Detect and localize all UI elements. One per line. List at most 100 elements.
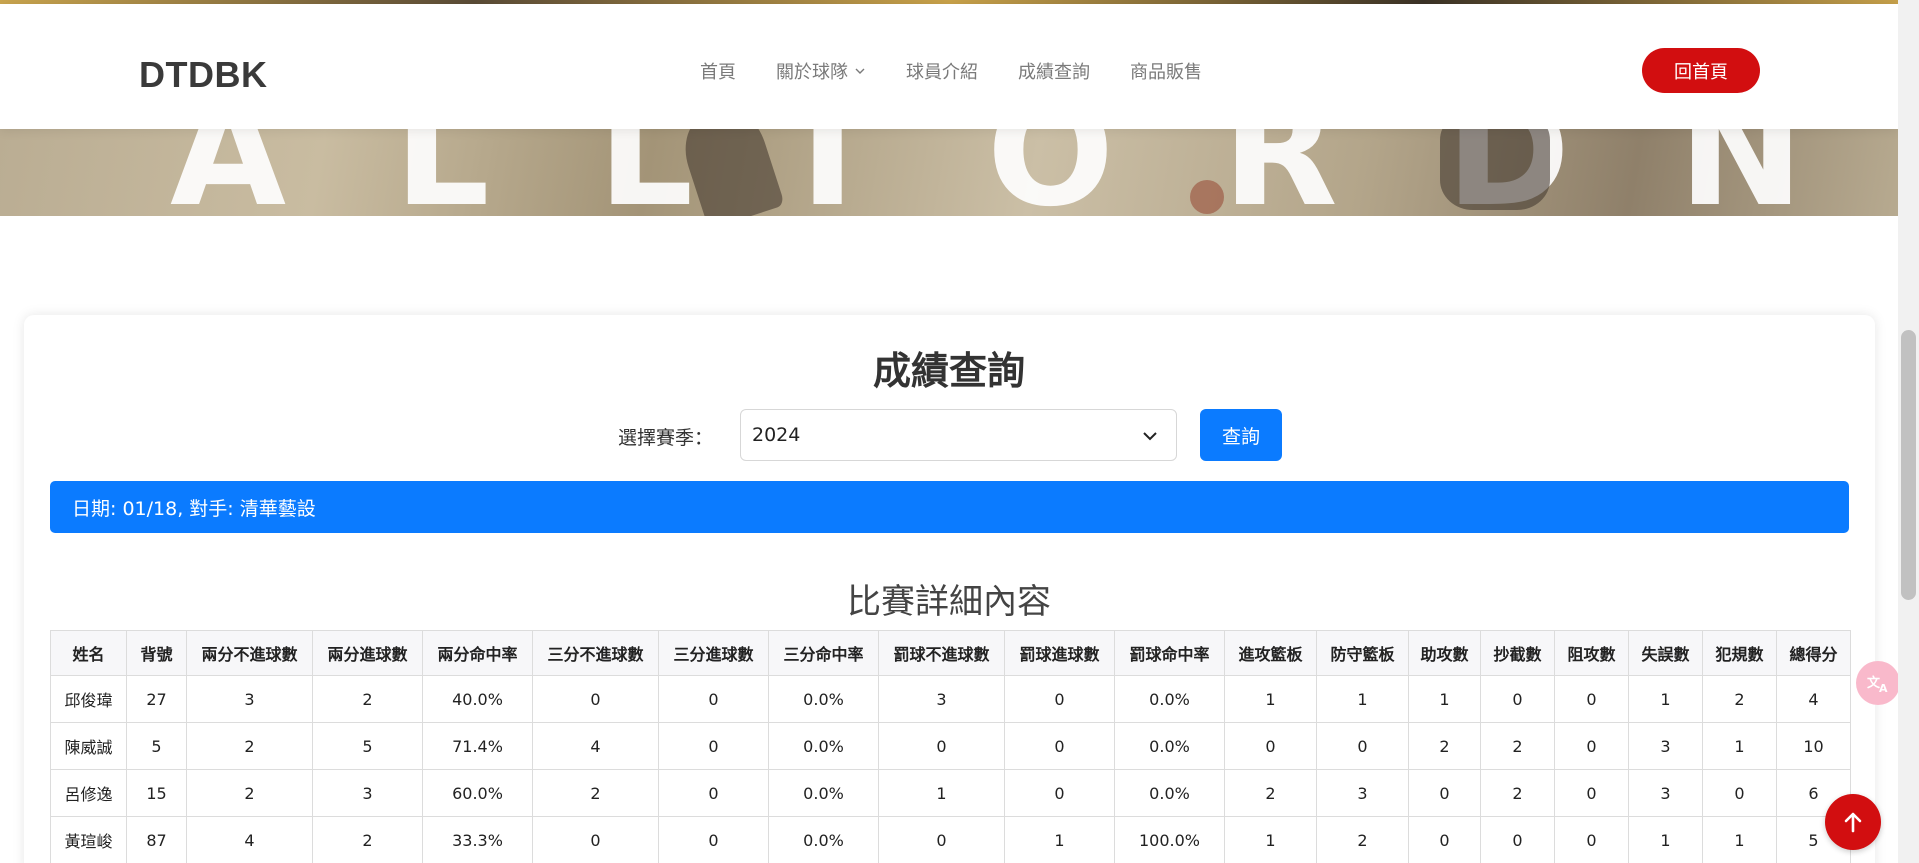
table-header-cell: 進攻籃板 [1224, 630, 1317, 676]
table-cell: 3 [878, 675, 1005, 723]
season-label: 選擇賽季： [618, 427, 714, 449]
game-info-bar[interactable]: 日期: 01/18, 對手: 清華藝設 [50, 481, 1849, 533]
table-cell: 0 [1316, 722, 1409, 770]
nav-item-label: 首頁 [700, 62, 736, 83]
table-cell: 2 [186, 722, 313, 770]
table-header-cell: 背號 [126, 630, 187, 676]
table-cell: 0.0% [1114, 722, 1225, 770]
nav-item-label: 成績查詢 [1018, 62, 1090, 83]
table-cell: 2 [1702, 675, 1777, 723]
table-header-cell: 抄截數 [1480, 630, 1555, 676]
table-header-cell: 阻攻數 [1554, 630, 1629, 676]
home-button[interactable]: 回首頁 [1642, 48, 1760, 93]
table-cell: 3 [1628, 722, 1703, 770]
nav-item-label: 球員介紹 [906, 62, 978, 83]
table-cell: 4 [186, 816, 313, 863]
table-cell: 2 [1480, 722, 1555, 770]
table-header-row: 姓名 背號 兩分不進球數 兩分進球數 兩分命中率 三分不進球數 三分進球數 三分命中率 罰球不進… [50, 630, 1851, 676]
table-cell: 0 [1702, 769, 1777, 817]
table-cell: 0 [1004, 722, 1115, 770]
table-header-cell: 三分不進球數 [532, 630, 659, 676]
table-cell: 1 [1004, 816, 1115, 863]
site-logo[interactable]: DTDBK [139, 54, 267, 96]
table-cell: 呂修逸 [50, 769, 127, 817]
table-cell: 2 [1480, 769, 1555, 817]
table-cell: 3 [1628, 769, 1703, 817]
nav-item-label: 商品販售 [1130, 62, 1202, 83]
table-header-cell: 罰球進球數 [1004, 630, 1115, 676]
back-to-top-button[interactable] [1825, 794, 1881, 850]
table-cell: 1 [1408, 675, 1481, 723]
main-nav: 首頁 關於球隊 球員介紹 成績查詢 商品販售 [700, 58, 1242, 84]
table-cell: 40.0% [422, 675, 533, 723]
table-cell: 71.4% [422, 722, 533, 770]
table-cell: 0.0% [768, 675, 879, 723]
arrow-up-icon [1844, 812, 1862, 833]
translate-icon[interactable]: 文 A [1856, 661, 1900, 705]
table-cell: 0 [532, 675, 659, 723]
table-cell: 0.0% [768, 722, 879, 770]
season-select[interactable]: 2024 [740, 409, 1177, 461]
table-cell: 0 [1554, 769, 1629, 817]
table-cell: 邱俊瑋 [50, 675, 127, 723]
table-cell: 0 [1554, 816, 1629, 863]
table-header-cell: 助攻數 [1408, 630, 1481, 676]
table-cell: 1 [878, 769, 1005, 817]
table-cell: 2 [532, 769, 659, 817]
query-button[interactable]: 查詢 [1200, 409, 1282, 461]
table-cell: 0 [1480, 675, 1555, 723]
table-cell: 0.0% [1114, 675, 1225, 723]
svg-text:A: A [1879, 682, 1888, 694]
section-title: 比賽詳細內容 [847, 582, 1051, 622]
nav-item-stats[interactable]: 成績查詢 [1018, 58, 1090, 84]
table-body: 邱俊瑋 27 3 2 40.0% 0 0 0.0% 3 0 0.0% 1 1 1 0 0 1 2 4 陳威誠 5 2 5 71… [50, 675, 1851, 863]
table-cell: 10 [1776, 722, 1851, 770]
table-header-cell: 罰球命中率 [1114, 630, 1225, 676]
table-cell: 0 [1480, 816, 1555, 863]
site-header: DTDBK 首頁 關於球隊 球員介紹 成績查詢 商品販售 回首頁 [0, 4, 1898, 129]
season-select-value: 2024 [752, 424, 801, 446]
table-header-cell: 防守籃板 [1316, 630, 1409, 676]
page-title: 成績查詢 [872, 349, 1025, 393]
nav-item-about[interactable]: 關於球隊 [776, 58, 866, 84]
table-header-cell: 姓名 [50, 630, 127, 676]
table-cell: 4 [1776, 675, 1851, 723]
translate-icon: 文 A [1867, 675, 1888, 694]
scrollbar-thumb[interactable] [1901, 330, 1916, 600]
table-cell: 4 [532, 722, 659, 770]
table-row: 呂修逸 15 2 3 60.0% 2 0 0.0% 1 0 0.0% 2 3 0 2 0 3 0 6 [50, 769, 1851, 817]
table-cell: 33.3% [422, 816, 533, 863]
table-row: 邱俊瑋 27 3 2 40.0% 0 0 0.0% 3 0 0.0% 1 1 1 0 0 1 2 4 [50, 675, 1851, 723]
table-cell: 2 [1224, 769, 1317, 817]
table-cell: 1 [1224, 816, 1317, 863]
nav-item-shop[interactable]: 商品販售 [1130, 58, 1202, 84]
stats-table: 姓名 背號 兩分不進球數 兩分進球數 兩分命中率 三分不進球數 三分進球數 三分命中率 罰球不進… [50, 630, 1851, 863]
game-info-text: 日期: 01/18, 對手: 清華藝設 [72, 497, 316, 520]
table-cell: 5 [312, 722, 423, 770]
chevron-down-icon [855, 68, 865, 74]
table-cell: 0 [658, 816, 769, 863]
table-cell: 1 [1628, 675, 1703, 723]
nav-item-label: 關於球隊 [776, 62, 848, 83]
table-cell: 1 [1224, 675, 1317, 723]
table-cell: 0.0% [768, 769, 879, 817]
table-cell: 2 [312, 816, 423, 863]
table-cell: 0 [878, 722, 1005, 770]
table-cell: 60.0% [422, 769, 533, 817]
page-scrollbar[interactable] [1898, 0, 1919, 863]
table-header-cell: 兩分不進球數 [186, 630, 313, 676]
table-cell: 3 [1316, 769, 1409, 817]
table-header-cell: 三分命中率 [768, 630, 879, 676]
table-cell: 87 [126, 816, 187, 863]
nav-item-players[interactable]: 球員介紹 [906, 58, 978, 84]
nav-item-home[interactable]: 首頁 [700, 58, 736, 84]
table-cell: 0 [658, 769, 769, 817]
table-cell: 1 [1628, 816, 1703, 863]
hero-ball [1190, 180, 1224, 214]
table-cell: 0 [1408, 816, 1481, 863]
table-cell: 0 [658, 675, 769, 723]
table-header-cell: 犯規數 [1702, 630, 1777, 676]
table-cell: 1 [1702, 722, 1777, 770]
table-header-cell: 罰球不進球數 [878, 630, 1005, 676]
table-cell: 2 [312, 675, 423, 723]
